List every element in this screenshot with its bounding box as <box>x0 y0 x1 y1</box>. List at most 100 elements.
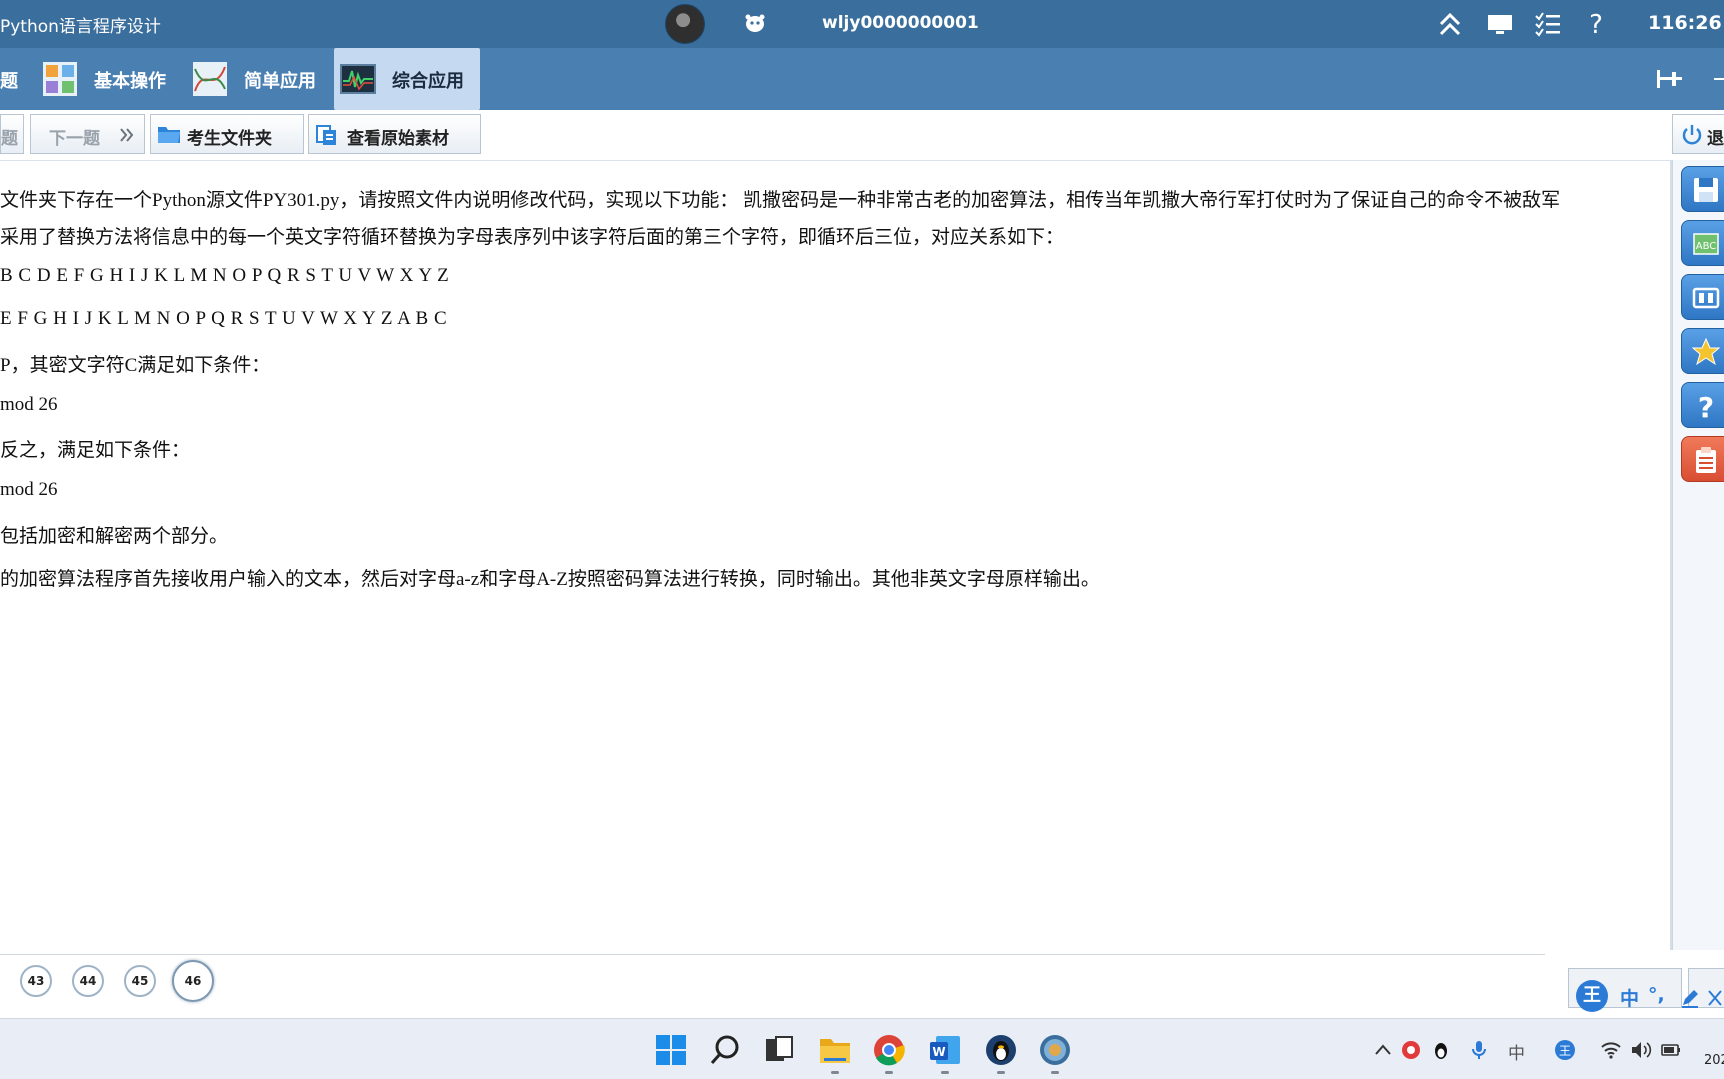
student-folder-label: 考生文件夹 <box>187 129 272 149</box>
windows-start-icon[interactable] <box>654 1033 688 1067</box>
view-material-label: 查看原始素材 <box>347 129 449 149</box>
qq-penguin-icon[interactable] <box>984 1033 1018 1067</box>
app-title: Python语言程序设计 <box>0 17 161 37</box>
tab-simple-application-label: 简单应用 <box>244 71 316 92</box>
favorite-button[interactable] <box>1681 328 1724 374</box>
tray-date[interactable]: 202 <box>1704 1053 1724 1068</box>
running-indicator <box>997 1071 1005 1074</box>
prev-question-toolbar-button[interactable]: 题 <box>0 114 24 154</box>
volume-icon[interactable] <box>1630 1039 1652 1061</box>
tab-basic-operation-label: 基本操作 <box>94 71 166 92</box>
windows-taskbar: W 中 王 20 <box>0 1018 1724 1079</box>
checklist-icon[interactable] <box>1534 10 1562 38</box>
notes-button[interactable] <box>1681 436 1724 482</box>
pen-icon[interactable] <box>1680 988 1700 1008</box>
question-number-button[interactable]: 44 <box>72 965 104 997</box>
toolbar: 题 下一题 考生文件夹 查看原始素材 退 <box>0 110 1724 161</box>
svg-text:ABC: ABC <box>1696 241 1717 252</box>
star-icon <box>1691 337 1721 366</box>
svg-text:W: W <box>932 1045 945 1059</box>
user-id-label: wljy0000000001 <box>822 13 979 33</box>
qq-tray-icon[interactable] <box>1430 1039 1452 1061</box>
collapse-up-icon[interactable] <box>1436 10 1464 38</box>
exit-label: 退 <box>1707 129 1724 149</box>
ime-toolbar[interactable]: 王 中 °, <box>1576 978 1724 1014</box>
tab-comprehensive-application[interactable]: 综合应用 <box>334 48 480 110</box>
task-view-icon[interactable] <box>762 1033 796 1067</box>
exam-app-icon[interactable] <box>1038 1033 1072 1067</box>
view-original-material-button[interactable]: 查看原始素材 <box>308 114 481 154</box>
next-question-toolbar-button[interactable]: 下一题 <box>30 114 145 154</box>
abc-editor-icon: ABC <box>1693 233 1719 255</box>
curve-chart-icon <box>193 62 227 96</box>
ime-chinese-mode[interactable]: 中 <box>1620 984 1639 1011</box>
pin-icon[interactable] <box>1656 68 1682 90</box>
tab-basic-operation[interactable]: 基本操作 <box>40 48 180 110</box>
question-number-button[interactable]: 45 <box>124 965 156 997</box>
prev-button-label: 题 <box>1 129 18 149</box>
exam-clock: 116:26 <box>1648 12 1722 34</box>
tab-simple-application[interactable]: 简单应用 <box>190 48 330 110</box>
running-indicator <box>831 1071 839 1074</box>
minimize-icon[interactable] <box>1714 78 1724 80</box>
side-tool-column: ABC ? <box>1672 160 1724 950</box>
question-mark-icon: ? <box>1698 391 1714 421</box>
record-icon[interactable] <box>1400 1039 1422 1061</box>
word-icon[interactable]: W <box>928 1033 962 1067</box>
question-line: P，其密文字符C满足如下条件： <box>0 355 271 376</box>
monitor-icon[interactable] <box>1486 10 1514 38</box>
svg-text:?: ? <box>1698 391 1714 421</box>
microphone-icon[interactable] <box>1468 1039 1490 1061</box>
search-icon[interactable] <box>708 1033 742 1067</box>
scissors-icon[interactable] <box>1706 988 1724 1008</box>
double-chevron-right-icon <box>120 128 134 142</box>
wifi-icon[interactable] <box>1600 1039 1622 1061</box>
tab-comprehensive-application-label: 综合应用 <box>392 71 464 92</box>
running-indicator <box>1051 1071 1059 1074</box>
student-folder-button[interactable]: 考生文件夹 <box>150 114 304 154</box>
text-editor-button[interactable]: ABC <box>1681 220 1724 266</box>
power-icon <box>1682 125 1702 145</box>
question-line: 文件夹下存在一个Python源文件PY301.py，请按照文件内说明修改代码，实… <box>0 190 1561 211</box>
question-navigator: 43 44 45 46 <box>0 954 1545 1013</box>
help-button[interactable]: ? <box>1681 382 1724 428</box>
user-avatar[interactable] <box>665 4 705 44</box>
plain-alphabet-line: B C D E F G H I J K L M N O P Q R S T U … <box>0 265 450 286</box>
formula-line: mod 26 <box>0 394 58 415</box>
question-content: 文件夹下存在一个Python源文件PY301.py，请按照文件内说明修改代码，实… <box>0 160 1668 950</box>
calculator-button[interactable] <box>1681 274 1724 320</box>
ime-punctuation-icon[interactable]: °, <box>1648 984 1665 1006</box>
next-button-label: 下一题 <box>49 129 100 149</box>
svg-text:王: 王 <box>1559 1044 1571 1058</box>
ime-tray-icon[interactable]: 王 <box>1554 1039 1576 1061</box>
file-explorer-icon[interactable] <box>818 1033 852 1067</box>
window-panels-icon <box>1692 287 1720 309</box>
running-indicator <box>885 1071 893 1074</box>
mascot-icon[interactable] <box>744 13 766 33</box>
question-line: 的加密算法程序首先接收用户输入的文本，然后对字母a-z和字母A-Z按照密码算法进… <box>0 569 1100 590</box>
chrome-icon[interactable] <box>872 1033 906 1067</box>
tray-input-language[interactable]: 中 <box>1508 1039 1525 1064</box>
ime-logo-icon[interactable]: 王 <box>1576 980 1608 1012</box>
question-line: 包括加密和解密两个部分。 <box>0 526 229 547</box>
running-indicator <box>941 1071 949 1074</box>
battery-icon[interactable] <box>1660 1039 1682 1061</box>
question-line: 反之，满足如下条件： <box>0 440 191 461</box>
folder-icon <box>158 127 180 143</box>
category-tab-bar: 题 基本操作 简单应用 综合应用 <box>0 48 1724 110</box>
tray-chevron-up-icon[interactable] <box>1372 1039 1394 1061</box>
clipboard-icon <box>1696 447 1716 473</box>
cipher-alphabet-line: E F G H I J K L M N O P Q R S T U V W X … <box>0 308 448 329</box>
tab-choice[interactable]: 题 <box>0 48 34 110</box>
current-question-button[interactable]: 46 <box>172 960 214 1002</box>
question-line: 采用了替换方法将信息中的每一个英文字符循环替换为字母表序列中该字符后面的第三个字… <box>0 227 1065 248</box>
grid-tiles-icon <box>43 62 77 96</box>
help-icon[interactable]: ? <box>1582 10 1610 38</box>
waveform-icon <box>340 64 376 94</box>
save-button[interactable] <box>1681 166 1724 212</box>
svg-text:?: ? <box>1589 10 1603 38</box>
copy-document-icon <box>316 125 336 145</box>
exit-button[interactable]: 退 <box>1672 114 1724 154</box>
formula-line: mod 26 <box>0 479 58 500</box>
question-number-button[interactable]: 43 <box>20 965 52 997</box>
